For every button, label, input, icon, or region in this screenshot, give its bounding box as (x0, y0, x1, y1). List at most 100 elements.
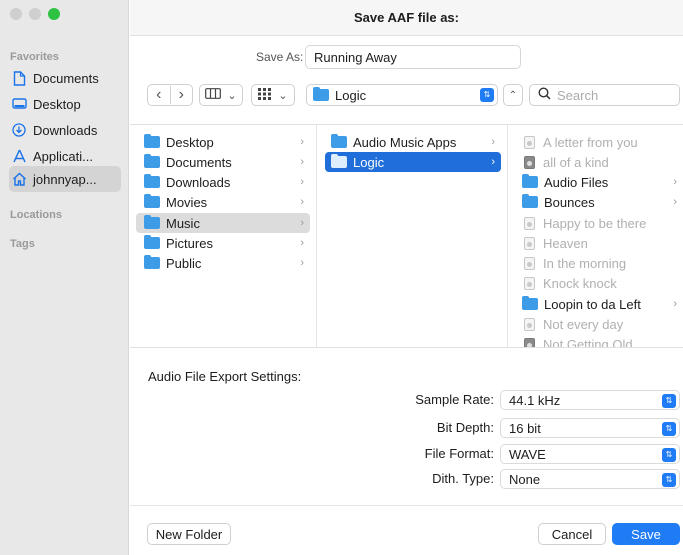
sidebar-item-documents[interactable]: Documents (9, 65, 121, 91)
folder-icon (331, 154, 347, 168)
item-label: Happy to be there (543, 215, 647, 231)
dialog-title: Save AAF file as: (130, 0, 683, 36)
list-item: Knock knock (516, 273, 683, 293)
new-folder-button[interactable]: New Folder (147, 523, 231, 545)
file-icon (524, 236, 535, 250)
file-icon (524, 155, 535, 169)
export-settings-title: Audio File Export Settings: (148, 369, 302, 384)
sidebar: Favorites Documents Desktop Downloads Ap… (0, 0, 129, 555)
file-format-value: WAVE (509, 446, 546, 462)
folder-icon (522, 194, 538, 208)
save-as-label: Save As: (256, 50, 304, 64)
chevron-right-icon: › (300, 156, 304, 168)
browser-column-1: Desktop › Documents › Downloads › Movies › M… (130, 125, 317, 347)
favorites-heading: Favorites (10, 51, 59, 63)
folder-icon (522, 174, 538, 188)
download-icon (11, 122, 27, 138)
popup-arrows-icon: ⇅ (662, 473, 676, 487)
item-label: Downloads (166, 174, 231, 190)
sample-rate-popup[interactable]: 44.1 kHz ⇅ (500, 390, 680, 410)
file-browser: Desktop › Documents › Downloads › Movies › M… (130, 124, 683, 348)
chevron-right-icon: › (300, 217, 304, 229)
group-view-button[interactable]: ⌄ (251, 84, 295, 106)
search-field[interactable]: Search (529, 84, 680, 106)
dith-type-popup[interactable]: None ⇅ (500, 469, 680, 489)
list-item[interactable]: Bounces › (516, 192, 683, 212)
save-button[interactable]: Save (612, 523, 680, 545)
folder-icon (144, 255, 160, 269)
list-item[interactable]: Desktop › (136, 132, 310, 152)
item-label: In the morning (543, 255, 627, 271)
item-label: Pictures (166, 235, 213, 251)
tags-heading: Tags (10, 238, 35, 250)
list-item[interactable]: Documents › (136, 152, 310, 172)
folder-icon (144, 215, 160, 229)
minimize-window-button[interactable] (29, 8, 41, 20)
search-icon (538, 87, 551, 103)
list-item[interactable]: Movies › (136, 192, 310, 212)
item-label: Not every day (543, 316, 624, 332)
file-icon (524, 276, 535, 290)
list-item[interactable]: Loopin to da Left › (516, 294, 683, 314)
forward-button[interactable]: › (171, 86, 193, 104)
chevron-right-icon: › (491, 156, 495, 168)
file-icon (524, 256, 535, 270)
list-item[interactable]: Audio Files › (516, 172, 683, 192)
column-view-icon (205, 88, 222, 102)
cancel-button[interactable]: Cancel (538, 523, 606, 545)
window-controls (10, 8, 60, 20)
back-button[interactable]: ‹ (148, 86, 171, 104)
save-as-input[interactable] (305, 45, 521, 69)
collapse-dialog-button[interactable]: ⌃ (503, 84, 523, 106)
list-item[interactable]: Audio Music Apps › (325, 132, 501, 152)
file-icon (524, 216, 535, 230)
item-label: Music (166, 215, 200, 231)
list-item: Happy to be there (516, 213, 683, 233)
item-label: Public (166, 255, 202, 271)
sidebar-item-home[interactable]: johnnyap... (9, 166, 121, 192)
divider (130, 505, 683, 506)
list-item[interactable]: Pictures › (136, 233, 310, 253)
sample-rate-label: Sample Rate: (415, 392, 494, 407)
column-view-button[interactable]: ⌄ (199, 84, 243, 106)
item-label: Not Getting Old (543, 336, 633, 348)
file-format-popup[interactable]: WAVE ⇅ (500, 444, 680, 464)
dith-type-label: Dith. Type: (432, 471, 494, 486)
sidebar-item-label: Documents (33, 70, 99, 86)
list-item[interactable]: Music › (136, 213, 310, 233)
list-item: In the morning (516, 253, 683, 273)
item-label: A letter from you (543, 134, 638, 150)
list-item[interactable]: Public › (136, 253, 310, 273)
chevron-right-icon: › (491, 136, 495, 148)
item-label: Documents (166, 154, 232, 170)
dith-type-value: None (509, 471, 541, 487)
popup-arrows-icon: ⇅ (662, 394, 676, 408)
chevron-right-icon: › (300, 136, 304, 148)
folder-icon (331, 134, 347, 148)
folder-icon (313, 87, 329, 101)
home-icon (11, 171, 27, 187)
bit-depth-value: 16 bit (509, 420, 541, 436)
browser-column-3: A letter from you all of a kind Audio Fi… (508, 125, 683, 348)
list-item[interactable]: Logic › (325, 152, 501, 172)
sidebar-item-downloads[interactable]: Downloads (9, 117, 121, 143)
file-icon (524, 337, 535, 347)
item-label: Knock knock (543, 275, 617, 291)
list-item[interactable]: Downloads › (136, 172, 310, 192)
list-item: Not every day (516, 314, 683, 334)
sidebar-item-label: Downloads (33, 122, 98, 138)
bit-depth-popup[interactable]: 16 bit ⇅ (500, 418, 680, 438)
item-label: Logic (353, 154, 385, 170)
chevron-right-icon: › (673, 176, 677, 188)
sidebar-item-desktop[interactable]: Desktop (9, 91, 121, 117)
popup-arrows-icon: ⇅ (662, 422, 676, 436)
location-popup[interactable]: Logic ⇅ (306, 84, 498, 106)
item-label: all of a kind (543, 154, 609, 170)
list-item: all of a kind (516, 152, 683, 172)
folder-icon (144, 174, 160, 188)
list-item: Heaven (516, 233, 683, 253)
chevron-right-icon: › (300, 257, 304, 269)
zoom-window-button[interactable] (48, 8, 60, 20)
close-window-button[interactable] (10, 8, 22, 20)
sidebar-item-label: Applicati... (33, 148, 93, 164)
